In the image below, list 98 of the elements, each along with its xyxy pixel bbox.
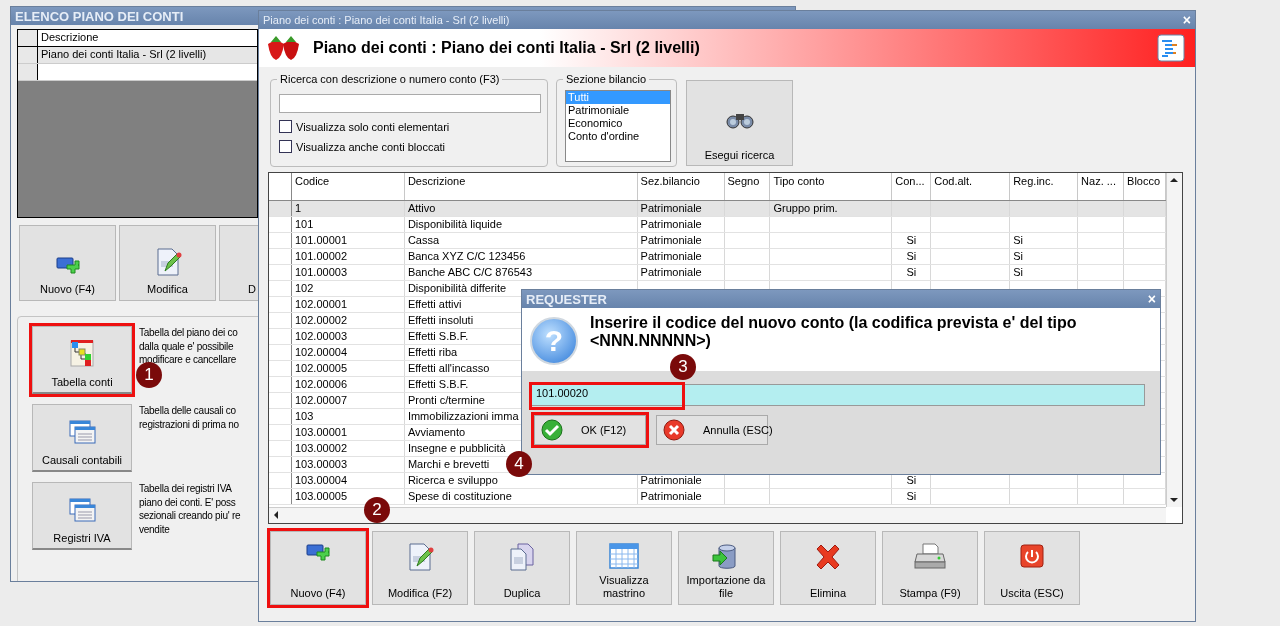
- table-cell: 102.00002: [292, 313, 405, 328]
- window-plus-icon: [305, 542, 331, 564]
- toolbar-button[interactable]: Importazione da file: [678, 531, 774, 605]
- window-plus-icon: [54, 255, 81, 277]
- column-header[interactable]: Reg.inc.: [1010, 173, 1079, 200]
- column-header[interactable]: Naz. ...: [1078, 173, 1125, 200]
- binoculars-icon: [724, 111, 755, 129]
- window-title: Piano dei conti : Piano dei conti Italia - Srl (2 livelli): [263, 14, 510, 26]
- column-header[interactable]: Descrizione: [404, 173, 638, 200]
- toolbar-button[interactable]: D: [219, 225, 258, 301]
- table-cell: 101.00001: [292, 233, 405, 248]
- dialog-button[interactable]: OK (F12): [534, 415, 646, 445]
- printer-icon: [914, 542, 946, 570]
- column-header: Descrizione: [40, 30, 100, 45]
- table-cell: Si: [1010, 265, 1079, 280]
- search-field[interactable]: [279, 94, 541, 113]
- table-cell: Spese di costituzione: [404, 489, 638, 504]
- table-cell: 102.00005: [292, 361, 405, 376]
- toolbar-button[interactable]: Uscita (ESC): [984, 531, 1080, 605]
- checkbox[interactable]: [279, 140, 292, 153]
- vertical-scrollbar[interactable]: [1166, 173, 1182, 507]
- tool-button[interactable]: Registri IVA: [32, 482, 132, 550]
- tool-button[interactable]: Tabella conti: [32, 326, 132, 394]
- table-cell: 101.00003: [292, 265, 405, 280]
- table-cell: 103.00004: [292, 473, 405, 488]
- table-cell: Si: [892, 233, 932, 248]
- table-cell: Attivo: [404, 201, 638, 216]
- table-cell: Si: [1010, 249, 1079, 264]
- toolbar-button[interactable]: Duplica: [474, 531, 570, 605]
- table-cell: Gruppo prim.: [770, 201, 893, 216]
- tree-chart-icon: [67, 338, 97, 368]
- toolbar-button[interactable]: Stampa (F9): [882, 531, 978, 605]
- toolbar-button[interactable]: Elimina: [780, 531, 876, 605]
- tool-description: Tabella delle causali co registrazioni di prima no: [139, 404, 239, 431]
- step-badge: 3: [670, 354, 696, 380]
- search-button[interactable]: Esegui ricerca: [686, 80, 793, 166]
- table-cell: 102.00004: [292, 345, 405, 360]
- table-cell: 101.00002: [292, 249, 405, 264]
- table-cell: Patrimoniale: [637, 233, 725, 248]
- table-cell: Patrimoniale: [637, 489, 725, 504]
- question-icon: ?: [530, 317, 578, 365]
- table-cell: 103.00003: [292, 457, 405, 472]
- table-cell: 102: [292, 281, 405, 296]
- calendar-icon: [608, 542, 640, 570]
- checkbox-label: Visualizza solo conti elementari: [296, 120, 450, 133]
- table-cell: 1: [292, 201, 405, 216]
- column-header[interactable]: Tipo conto: [770, 173, 893, 200]
- list-icon: [1157, 34, 1185, 62]
- column-header[interactable]: Sez.bilancio: [637, 173, 725, 200]
- table-cell: Si: [892, 249, 932, 264]
- list-option[interactable]: Economico: [566, 117, 670, 130]
- check-icon: [541, 419, 563, 441]
- tool-description: Tabella dei registri IVA piano dei conti. E' poss sezionali creando piu' re vendite: [139, 482, 241, 536]
- grid-row[interactable]: Piano dei conti Italia - Srl (2 livelli): [18, 47, 257, 64]
- toolbar-button[interactable]: Nuovo (F4): [19, 225, 116, 301]
- table-cell: 102.00006: [292, 377, 405, 392]
- toolbar-button[interactable]: Visualizza mastrino: [576, 531, 672, 605]
- column-header[interactable]: Con...: [892, 173, 932, 200]
- toolbar-button[interactable]: Modifica: [119, 225, 216, 301]
- table-cell: 102.00007: [292, 393, 405, 408]
- table-cell: Si: [892, 489, 932, 504]
- group-label: Ricerca con descrizione o numero conto (F3): [277, 73, 503, 85]
- table-cell: Si: [1010, 233, 1079, 248]
- column-header[interactable]: Segno: [724, 173, 771, 200]
- table-cell: Si: [892, 265, 932, 280]
- column-header[interactable]: Codice: [292, 173, 405, 200]
- table-cell: Banche ABC C/C 876543: [404, 265, 638, 280]
- table-cell: 103.00002: [292, 441, 405, 456]
- table-cell: 103: [292, 409, 405, 424]
- cancel-icon: [663, 419, 685, 441]
- power-icon: [1018, 542, 1046, 570]
- table-cell: Patrimoniale: [637, 201, 725, 216]
- table-cell: Cassa: [404, 233, 638, 248]
- table-cell: Banca XYZ C/C 123456: [404, 249, 638, 264]
- documents-icon: [507, 542, 537, 572]
- table-cell: Patrimoniale: [637, 265, 725, 280]
- step-badge: 1: [136, 362, 162, 388]
- column-header[interactable]: Cod.alt.: [931, 173, 1011, 200]
- checkbox-label: Visualizza anche conti bloccati: [296, 140, 445, 153]
- list-option[interactable]: Patrimoniale: [566, 104, 670, 117]
- table-cell: Patrimoniale: [637, 249, 725, 264]
- windows-icon: [67, 496, 97, 524]
- list-box[interactable]: Tutti Patrimoniale Economico Conto d'ordine: [565, 90, 671, 162]
- table-cell: 102.00003: [292, 329, 405, 344]
- table-cell: 102.00001: [292, 297, 405, 312]
- step-badge: 4: [506, 451, 532, 477]
- table-cell: Disponibilità liquide: [404, 217, 638, 232]
- table-cell: Patrimoniale: [637, 217, 725, 232]
- checkbox[interactable]: [279, 120, 292, 133]
- toolbar-button[interactable]: Modifica (F2): [372, 531, 468, 605]
- header-title: Piano dei conti : Piano dei conti Italia - Srl (2 livelli): [313, 39, 700, 57]
- table-cell: 101: [292, 217, 405, 232]
- table-cell: 103.00001: [292, 425, 405, 440]
- tool-button[interactable]: Causali contabili: [32, 404, 132, 472]
- list-option[interactable]: Conto d'ordine: [566, 130, 670, 143]
- toolbar-button[interactable]: Nuovo (F4): [270, 531, 366, 605]
- windows-icon: [67, 418, 97, 446]
- group-label: Sezione bilancio: [563, 73, 650, 85]
